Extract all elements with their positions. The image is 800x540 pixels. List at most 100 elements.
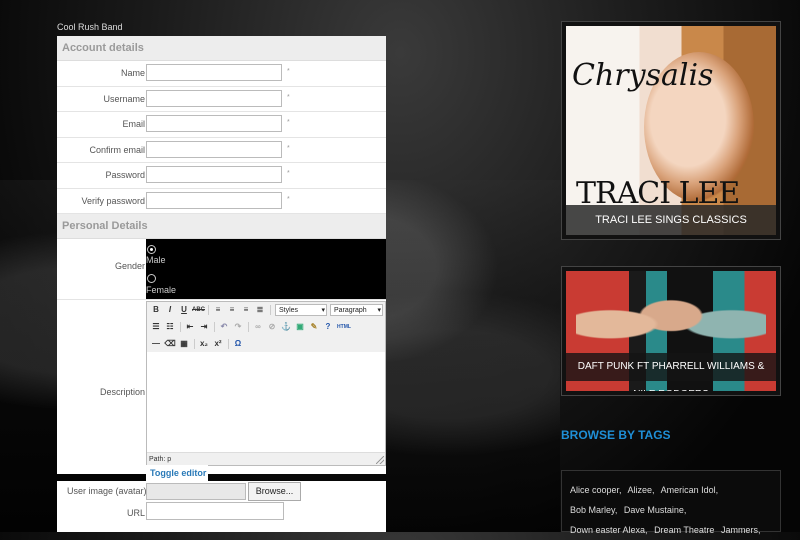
toolbar-divider [248, 322, 249, 332]
toggle-editor-link[interactable]: Toggle editor [150, 468, 206, 478]
image-icon[interactable]: ▣ [294, 321, 306, 333]
cleanup-icon[interactable]: ✎ [308, 321, 320, 333]
tag-link[interactable]: Dave Mustaine, [624, 505, 687, 515]
name-input[interactable] [146, 64, 282, 81]
tag-link[interactable]: Alizee, [628, 485, 655, 495]
gender-row: Gender Male Female [57, 239, 386, 300]
male-radio[interactable] [147, 245, 156, 254]
email-row: Email * [57, 112, 386, 138]
redo-icon[interactable]: ↷ [232, 321, 244, 333]
required-marker: * [287, 93, 290, 101]
strikethrough-icon[interactable]: ABC [192, 304, 205, 316]
align-center-icon[interactable]: ≡ [226, 304, 238, 316]
tag-link[interactable]: Jammers, [721, 525, 761, 535]
description-label: Description [99, 387, 145, 397]
toolbar-divider [214, 322, 215, 332]
artists-portrait [576, 277, 766, 363]
username-label: Username [103, 93, 145, 104]
name-label: Name [120, 68, 145, 78]
outdent-icon[interactable]: ⇤ [184, 321, 196, 333]
email-label: Email [122, 119, 145, 129]
horizontal-rule-icon[interactable]: — [150, 338, 162, 350]
editor-toolbar-row-3: — ⌫ ▦ x₂ x² Ω [147, 336, 385, 353]
unlink-icon[interactable]: ⊘ [266, 321, 278, 333]
toolbar-divider [228, 339, 229, 349]
female-option-label: Female [146, 285, 177, 295]
resize-grip-icon[interactable] [376, 456, 384, 464]
toggle-editor-container: Toggle editor [146, 465, 208, 482]
confirm-email-row: Confirm email * [57, 138, 386, 163]
album-art-title: Chrysalis [572, 58, 714, 93]
file-path-field[interactable] [146, 483, 246, 500]
required-marker: * [287, 144, 290, 152]
user-image-label: User image (avatar) [67, 486, 147, 496]
email-input[interactable] [146, 115, 282, 132]
indent-icon[interactable]: ⇥ [198, 321, 210, 333]
name-row: Name * [57, 61, 386, 87]
tag-link[interactable]: American Idol, [661, 485, 719, 495]
url-input[interactable] [146, 502, 284, 520]
personal-details-heading: Personal Details [57, 214, 386, 239]
underline-icon[interactable]: U [178, 304, 190, 316]
gender-label: Gender [114, 261, 145, 271]
tag-link[interactable]: Bob Marley, [570, 505, 617, 515]
site-title: Cool Rush Band [57, 22, 123, 32]
help-icon[interactable]: ? [322, 321, 334, 333]
promo-banner-traci-lee[interactable]: Chrysalis TRACI LEE TRACI LEE SINGS CLAS… [561, 21, 781, 240]
url-label: URL [127, 508, 146, 518]
visual-aid-icon[interactable]: ▦ [178, 338, 190, 350]
female-radio[interactable] [147, 274, 156, 283]
special-character-icon[interactable]: Ω [232, 338, 244, 350]
username-input[interactable] [146, 89, 282, 107]
tag-link[interactable]: Dream Theatre [654, 525, 714, 535]
paragraph-select[interactable]: Paragraph [330, 304, 383, 317]
verify-password-input[interactable] [146, 191, 282, 209]
italic-icon[interactable]: I [164, 304, 176, 316]
editor-toolbar-row-2: ☰ ☷ ⇤ ⇥ ↶ ↷ ∞ ⊘ ⚓ ▣ ✎ ? HTML [147, 319, 385, 337]
align-justify-icon[interactable]: ≣ [254, 304, 266, 316]
undo-icon[interactable]: ↶ [218, 321, 230, 333]
rich-text-editor: B I U ABC ≡ ≡ ≡ ≣ Styles Paragraph ☰ ☷ ⇤… [146, 301, 386, 466]
password-label: Password [105, 170, 145, 180]
styles-select[interactable]: Styles [275, 304, 327, 317]
required-marker: * [287, 68, 290, 75]
description-textarea[interactable] [147, 352, 385, 452]
align-left-icon[interactable]: ≡ [212, 304, 224, 316]
tag-link[interactable]: Alice cooper, [570, 485, 622, 495]
tag-link[interactable]: Down easter Alexa, [570, 525, 648, 535]
tag-cloud: Alice cooper, Alizee, American Idol, Bob… [561, 470, 781, 535]
promo-caption: DAFT PUNK FT PHARRELL WILLIAMS & NILE RO… [566, 353, 776, 391]
browse-button[interactable]: Browse... [248, 482, 301, 501]
password-input[interactable] [146, 166, 282, 183]
password-row: Password * [57, 163, 386, 189]
promo-banner-daft-punk[interactable]: DAFT PUNK FT PHARRELL WILLIAMS & NILE RO… [561, 266, 781, 396]
browse-by-tags-heading: BROWSE BY TAGS [561, 428, 671, 442]
numbered-list-icon[interactable]: ☷ [164, 321, 176, 333]
confirm-email-input[interactable] [146, 140, 282, 158]
verify-password-label: Verify password [81, 195, 145, 206]
required-marker: * [287, 195, 290, 203]
toolbar-divider [270, 305, 271, 315]
required-marker: * [287, 170, 290, 177]
username-row: Username * [57, 87, 386, 112]
registration-form: Account details Name * Username * Email … [57, 36, 386, 474]
promo-caption: TRACI LEE SINGS CLASSICS [566, 205, 776, 235]
bold-icon[interactable]: B [150, 304, 162, 316]
link-icon[interactable]: ∞ [252, 321, 264, 333]
anchor-icon[interactable]: ⚓ [280, 321, 292, 333]
editor-path-bar: Path: p [147, 452, 385, 465]
description-row: Description B I U ABC ≡ ≡ ≡ ≣ Styles Par… [57, 300, 386, 474]
subscript-icon[interactable]: x₂ [198, 338, 210, 350]
confirm-email-label: Confirm email [89, 144, 145, 155]
toolbar-divider [180, 322, 181, 332]
superscript-icon[interactable]: x² [212, 338, 224, 350]
editor-toolbar-row-1: B I U ABC ≡ ≡ ≡ ≣ Styles Paragraph [147, 302, 385, 320]
remove-format-icon[interactable]: ⌫ [164, 338, 176, 350]
toolbar-divider [194, 339, 195, 349]
bullet-list-icon[interactable]: ☰ [150, 321, 162, 333]
user-image-row: User image (avatar) Browse... [57, 481, 386, 501]
align-right-icon[interactable]: ≡ [240, 304, 252, 316]
url-row: URL [57, 501, 386, 532]
html-icon[interactable]: HTML [336, 321, 352, 333]
album-cover-image: Chrysalis TRACI LEE TRACI LEE SINGS CLAS… [566, 26, 776, 235]
